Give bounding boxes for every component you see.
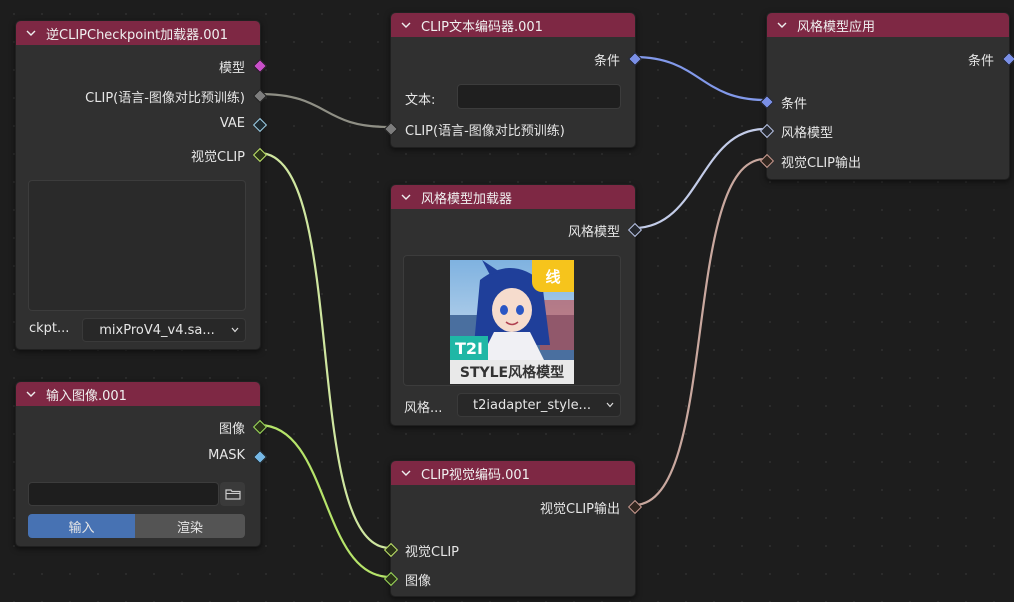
socket-conditioning-output[interactable] — [627, 51, 643, 67]
socket-clip-vision-output[interactable] — [252, 147, 268, 163]
link-conditioning-to-apply — [633, 55, 766, 102]
chevron-down-icon — [606, 402, 614, 408]
style-model-value: t2iadapter_style... — [473, 397, 591, 413]
socket-vae-output[interactable] — [252, 117, 268, 133]
socket-image-output[interactable] — [252, 419, 268, 435]
socket-clip-vision-output-input[interactable] — [759, 153, 775, 169]
preview-area — [28, 180, 246, 311]
ckpt-dropdown[interactable]: mixProV4_v4.sa... — [82, 318, 246, 342]
node-clip-vision-encode[interactable]: CLIP视觉编码.001 视觉CLIP输出 视觉CLIP 图像 — [383, 460, 643, 597]
tab-render[interactable]: 渲染 — [135, 514, 245, 538]
output-label-model: 模型 — [218, 61, 245, 76]
input-label-clip-vision: 视觉CLIP — [405, 545, 459, 560]
browse-file-button[interactable] — [220, 482, 245, 506]
node-title: 风格模型应用 — [797, 19, 876, 35]
node-header[interactable]: 输入图像.001 — [16, 382, 260, 406]
node-load-image[interactable]: 输入图像.001 图像 MASK 输入 渲染 — [15, 381, 268, 547]
node-header[interactable]: CLIP视觉编码.001 — [391, 461, 635, 485]
output-label-conditioning: 条件 — [967, 54, 994, 69]
preview-caption: STYLE风格模型 — [450, 360, 574, 384]
socket-clip-vision-output-out[interactable] — [627, 499, 643, 515]
link-clip-to-text-encoder — [258, 92, 390, 129]
node-style-model-loader[interactable]: 风格模型加载器 风格模型 线 T2I STYLE风格模型 风格... t2iad… — [390, 184, 643, 426]
socket-clip-vision-input[interactable] — [383, 542, 399, 558]
node-title: 逆CLIPCheckpoint加载器.001 — [46, 27, 229, 43]
link-image-to-vision-encode — [258, 423, 391, 579]
socket-image-input[interactable] — [383, 571, 399, 587]
style-model-label: 风格... — [404, 401, 443, 416]
model-preview-frame: 线 T2I STYLE风格模型 — [403, 255, 621, 386]
node-title: 风格模型加载器 — [421, 191, 513, 207]
text-input[interactable] — [457, 84, 621, 109]
link-vision-output-to-apply — [633, 157, 766, 507]
model-preview-image: 线 T2I STYLE风格模型 — [450, 260, 574, 384]
chevron-down-icon[interactable] — [26, 389, 36, 399]
image-path-input[interactable] — [28, 482, 219, 506]
input-label-clip-vision-output: 视觉CLIP输出 — [781, 156, 861, 171]
node-title: CLIP视觉编码.001 — [421, 467, 530, 483]
node-header[interactable]: 逆CLIPCheckpoint加载器.001 — [16, 21, 260, 45]
socket-conditioning-output[interactable] — [1001, 51, 1014, 67]
socket-clip-output[interactable] — [252, 88, 268, 104]
link-clip-vision-to-vision-encode — [258, 151, 391, 550]
chevron-down-icon[interactable] — [401, 192, 411, 202]
socket-conditioning-input[interactable] — [759, 94, 775, 110]
node-checkpoint-loader[interactable]: 逆CLIPCheckpoint加载器.001 模型 CLIP(语言-图像对比预训… — [15, 20, 268, 350]
socket-model-output[interactable] — [252, 58, 268, 74]
link-style-model-to-apply — [633, 127, 766, 230]
chevron-down-icon[interactable] — [401, 20, 411, 30]
preview-badge-line: 线 — [532, 260, 574, 292]
node-clip-text-encoder[interactable]: CLIP文本编码器.001 条件 文本: CLIP(语言-图像对比预训练) — [383, 12, 643, 148]
input-label-conditioning: 条件 — [781, 97, 808, 112]
output-label-mask: MASK — [208, 448, 245, 463]
output-label-conditioning: 条件 — [593, 54, 620, 69]
chevron-down-icon[interactable] — [26, 28, 36, 38]
socket-style-model-input[interactable] — [759, 123, 775, 139]
socket-clip-input[interactable] — [383, 121, 399, 137]
input-label-image: 图像 — [405, 574, 432, 589]
ckpt-label: ckpt... — [29, 321, 70, 336]
folder-icon — [224, 489, 241, 500]
node-header[interactable]: 风格模型加载器 — [391, 185, 635, 209]
output-label-vae: VAE — [219, 116, 245, 131]
socket-mask-output[interactable] — [252, 449, 268, 465]
output-label-clip-vision-output: 视觉CLIP输出 — [540, 502, 620, 517]
tab-input[interactable]: 输入 — [28, 514, 135, 538]
input-label-style-model: 风格模型 — [781, 126, 834, 141]
output-label-clip-vision: 视觉CLIP — [191, 150, 245, 165]
output-label-style-model: 风格模型 — [567, 225, 620, 240]
node-apply-style-model[interactable]: 风格模型应用 条件 条件 风格模型 视觉CLIP输出 — [759, 12, 1014, 180]
node-title: 输入图像.001 — [46, 388, 127, 404]
node-title: CLIP文本编码器.001 — [421, 19, 543, 35]
node-header[interactable]: 风格模型应用 — [767, 13, 1009, 37]
chevron-down-icon[interactable] — [777, 20, 787, 30]
chevron-down-icon — [231, 327, 239, 333]
text-label: 文本: — [405, 93, 436, 108]
style-model-dropdown[interactable]: t2iadapter_style... — [457, 393, 621, 417]
input-label-clip: CLIP(语言-图像对比预训练) — [405, 124, 565, 139]
preview-badge-t2i: T2I — [450, 336, 488, 360]
ckpt-value: mixProV4_v4.sa... — [99, 322, 215, 338]
chevron-down-icon[interactable] — [401, 468, 411, 478]
node-header[interactable]: CLIP文本编码器.001 — [391, 13, 635, 37]
output-label-image: 图像 — [218, 422, 245, 437]
socket-style-model-output[interactable] — [627, 222, 643, 238]
output-label-clip: CLIP(语言-图像对比预训练) — [85, 91, 245, 106]
